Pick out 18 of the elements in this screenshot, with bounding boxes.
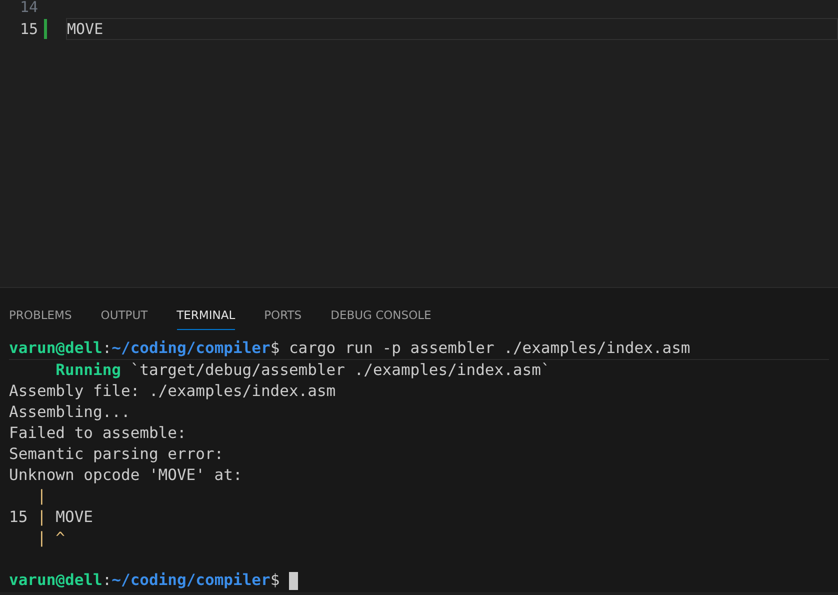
panel-tab[interactable]: PORTS — [264, 307, 302, 330]
terminal-line: Failed to assemble: — [9, 423, 186, 444]
terminal-line: | — [36, 486, 46, 507]
terminal-line: varun@dell:~/coding/compiler$ cargo run -p assembler ./examples/index.asm — [9, 338, 690, 359]
terminal-line: Assembling... — [9, 402, 130, 423]
terminal-line: Semantic parsing error: — [9, 444, 224, 465]
terminal-line: varun@dell:~/coding/compiler$ — [9, 570, 281, 591]
line-number: 15 — [18, 20, 38, 38]
line-number: 14 — [18, 0, 38, 16]
terminal-line: | ^ — [36, 528, 65, 549]
panel-tab[interactable]: PROBLEMS — [9, 307, 72, 330]
terminal-line: Running `target/debug/assembler ./examples/index.asm` — [54, 360, 550, 381]
terminal-line: Unknown opcode 'MOVE' at: — [9, 465, 242, 486]
panel-tab[interactable]: OUTPUT — [100, 307, 148, 330]
terminal-line: 15 | MOVE — [9, 507, 94, 528]
terminal-line: Assembly file: ./examples/index.asm — [9, 381, 336, 402]
panel-tab[interactable]: DEBUG CONSOLE — [330, 307, 432, 330]
panel-tab[interactable]: TERMINAL — [176, 307, 236, 330]
